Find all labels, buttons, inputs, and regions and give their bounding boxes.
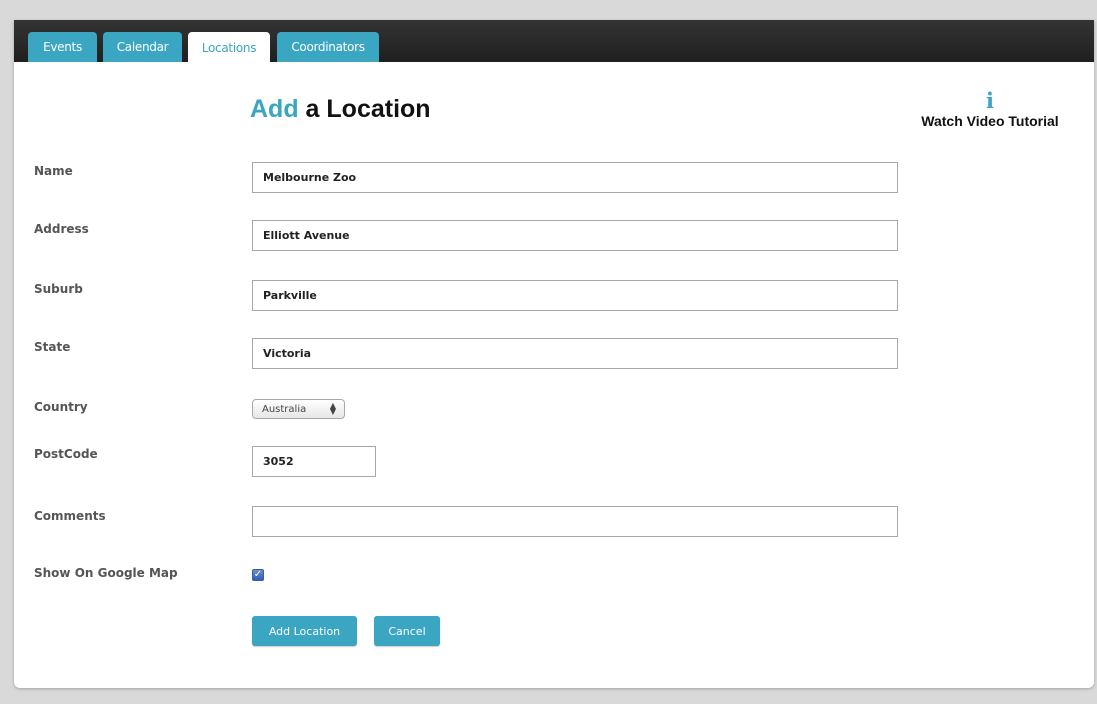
info-icon: i	[986, 88, 994, 113]
tab-bar: Events Calendar Locations Coordinators	[14, 20, 1094, 63]
suburb-label: Suburb	[34, 282, 83, 296]
select-arrows-icon: ▲ ▼	[329, 401, 336, 416]
comments-field[interactable]	[252, 506, 898, 537]
show-map-label: Show On Google Map	[34, 566, 178, 580]
country-selected-value: Australia	[262, 403, 307, 415]
tab-coordinators[interactable]: Coordinators	[277, 32, 379, 62]
tab-calendar[interactable]: Calendar	[103, 32, 182, 62]
address-field[interactable]	[252, 220, 898, 251]
postcode-field[interactable]	[252, 446, 376, 477]
add-location-button[interactable]: Add Location	[252, 616, 357, 646]
address-label: Address	[34, 222, 89, 236]
name-field[interactable]	[252, 162, 898, 193]
video-tutorial-label: Watch Video Tutorial	[921, 113, 1059, 129]
page-title: Add a Location	[250, 95, 431, 124]
name-label: Name	[34, 164, 73, 178]
show-map-checkbox[interactable]: ✓	[252, 569, 264, 581]
tab-locations[interactable]: Locations	[188, 32, 270, 63]
page-title-accent: Add	[250, 95, 299, 123]
suburb-field[interactable]	[252, 280, 898, 311]
main-panel: Events Calendar Locations Coordinators A…	[14, 20, 1094, 688]
checkmark-icon: ✓	[253, 569, 263, 580]
comments-label: Comments	[34, 509, 106, 523]
page-title-rest: a Location	[298, 95, 431, 123]
tab-events[interactable]: Events	[28, 32, 97, 62]
state-field[interactable]	[252, 338, 898, 369]
cancel-button[interactable]: Cancel	[374, 616, 440, 646]
country-select[interactable]: Australia ▲ ▼	[252, 399, 345, 419]
postcode-label: PostCode	[34, 447, 98, 461]
country-label: Country	[34, 400, 88, 414]
state-label: State	[34, 340, 71, 354]
video-tutorial-link[interactable]: i Watch Video Tutorial	[896, 90, 1084, 129]
